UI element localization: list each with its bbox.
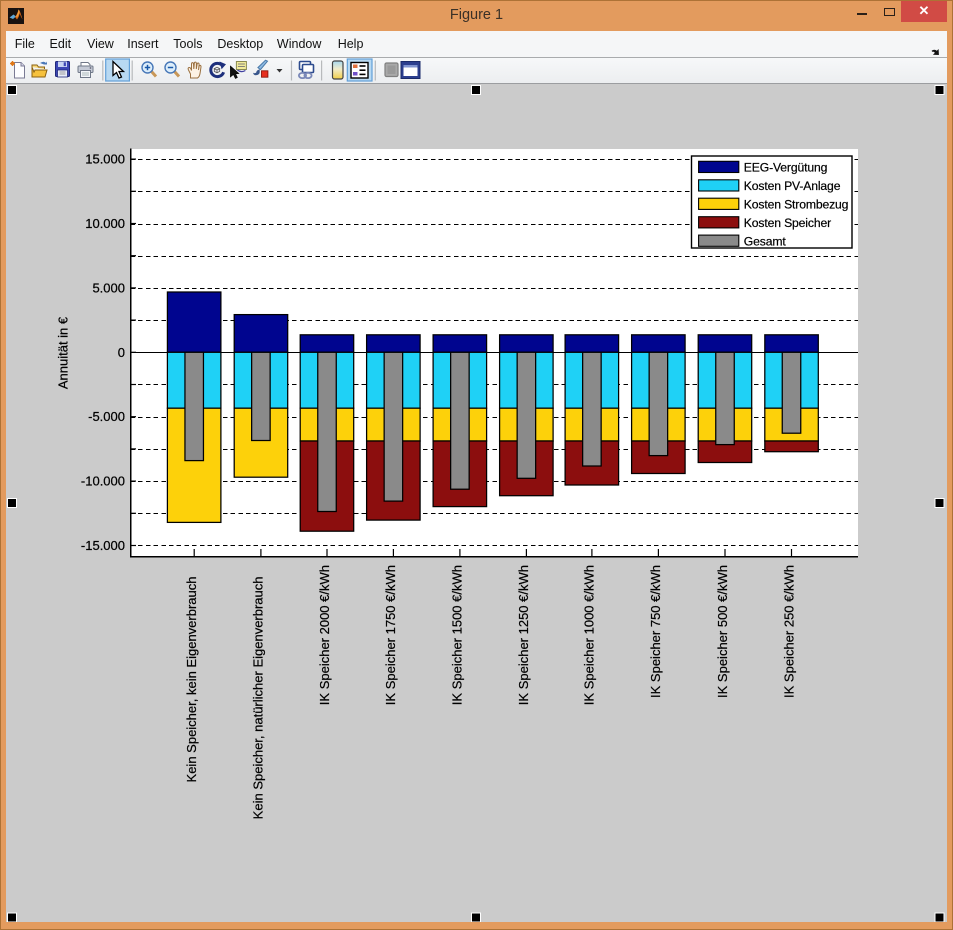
svg-text:IK Speicher 750 €/kWh: IK Speicher 750 €/kWh	[648, 565, 663, 698]
svg-text:-5.000: -5.000	[88, 409, 125, 424]
svg-text:IK Speicher 1000 €/kWh: IK Speicher 1000 €/kWh	[582, 565, 597, 705]
svg-text:IK Speicher 250 €/kWh: IK Speicher 250 €/kWh	[781, 565, 796, 698]
svg-text:IK Speicher 2000 €/kWh: IK Speicher 2000 €/kWh	[317, 565, 332, 705]
svg-text:-10.000: -10.000	[81, 474, 125, 489]
svg-text:Kosten Strombezug: Kosten Strombezug	[744, 197, 849, 211]
svg-text:Kein Speicher, natürlicher Eig: Kein Speicher, natürlicher Eigenverbrauc…	[251, 577, 266, 820]
svg-text:EEG-Vergütung: EEG-Vergütung	[744, 161, 827, 175]
svg-text:0: 0	[118, 345, 125, 360]
svg-text:-15.000: -15.000	[81, 538, 125, 553]
svg-text:Gesamt: Gesamt	[744, 234, 787, 248]
svg-text:15.000: 15.000	[85, 152, 125, 167]
svg-text:10.000: 10.000	[85, 216, 125, 231]
svg-text:IK Speicher 1250 €/kWh: IK Speicher 1250 €/kWh	[516, 565, 531, 705]
svg-text:Kosten PV-Anlage: Kosten PV-Anlage	[744, 179, 841, 193]
svg-text:5.000: 5.000	[92, 280, 125, 295]
svg-text:IK Speicher 1500 €/kWh: IK Speicher 1500 €/kWh	[450, 565, 465, 705]
svg-text:IK Speicher 1750 €/kWh: IK Speicher 1750 €/kWh	[383, 565, 398, 705]
svg-text:Kein Speicher, kein Eigenverbr: Kein Speicher, kein Eigenverbrauch	[184, 577, 199, 783]
svg-text:IK Speicher 500 €/kWh: IK Speicher 500 €/kWh	[715, 565, 730, 698]
svg-text:Kosten Speicher: Kosten Speicher	[744, 216, 831, 230]
svg-text:Annuität in €: Annuität in €	[56, 316, 71, 389]
